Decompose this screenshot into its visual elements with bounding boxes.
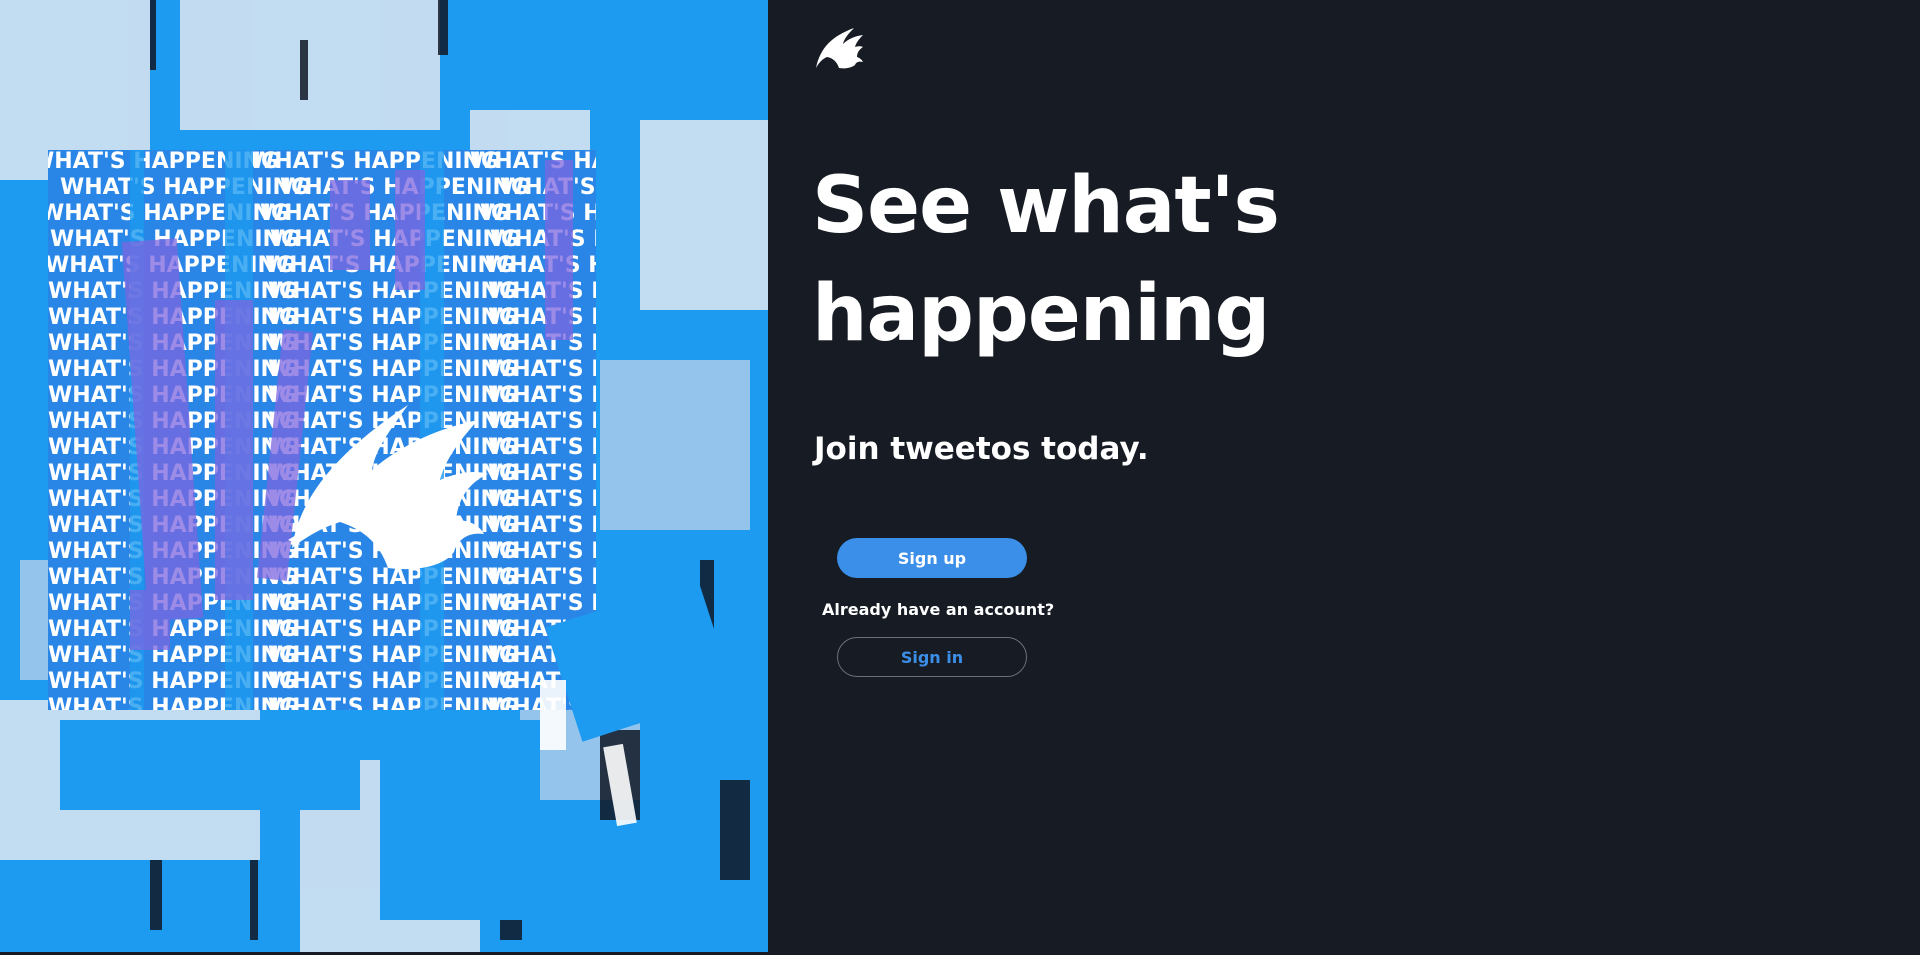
- svg-text:WHAT'S HAPPENING: WHAT'S HAPPENING: [260, 201, 509, 226]
- auth-actions: Sign up Already have an account? Sign in: [822, 538, 1128, 677]
- svg-text:WHAT'S HAPPENING: WHAT'S HAPPENING: [265, 253, 514, 278]
- svg-text:WHAT'S HAPPENING: WHAT'S HAPPENING: [268, 591, 517, 616]
- svg-text:WHAT'S HAPPENING: WHAT'S HAPPENING: [268, 279, 517, 304]
- svg-text:WHAT'S HAPPENING: WHAT'S HAPPENING: [48, 643, 297, 668]
- svg-text:WHAT'S HAPPENING: WHAT'S HAPPENING: [60, 175, 309, 200]
- hero-image: WHAT'S HAPPENING WHAT'S HAPPENING WHAT'S…: [0, 0, 768, 955]
- account-prompt: Already have an account?: [822, 600, 1055, 619]
- svg-text:WHAT'S HAPPENING: WHAT'S HAPPENING: [268, 305, 517, 330]
- signup-panel: See what's happening Join tweetos today.…: [768, 0, 1920, 955]
- hero-artwork: WHAT'S HAPPENING WHAT'S HAPPENING WHAT'S…: [0, 0, 768, 955]
- svg-text:WHAT'S HAPPENING: WHAT'S HAPPENING: [270, 227, 519, 252]
- svg-text:WHAT'S HAPPENING: WHAT'S HAPPENING: [48, 617, 297, 642]
- signin-button[interactable]: Sign in: [837, 637, 1027, 677]
- page-title: See what's happening: [812, 152, 1280, 368]
- signup-button[interactable]: Sign up: [837, 538, 1027, 578]
- headline-line-2: happening: [812, 269, 1270, 359]
- svg-text:WHAT'S HAPPENING: WHAT'S HAPPENING: [48, 669, 297, 694]
- svg-text:WHAT'S HAPPENING: WHAT'S HAPPENING: [268, 643, 517, 668]
- svg-text:WHAT'S HAPPENING: WHAT'S HAPPENING: [268, 617, 517, 642]
- bird-icon: [816, 28, 863, 69]
- landing-page: WHAT'S HAPPENING WHAT'S HAPPENING WHAT'S…: [0, 0, 1920, 955]
- headline-line-1: See what's: [812, 161, 1280, 251]
- join-subheading: Join tweetos today.: [814, 431, 1149, 467]
- svg-text:WHAT'S HAPPENING: WHAT'S HAPPENING: [268, 669, 517, 694]
- svg-text:WHAT'S HAPPENING: WHAT'S HAPPENING: [250, 149, 499, 174]
- svg-text:WHAT'S HAPPENING: WHAT'S HAPPENING: [268, 565, 517, 590]
